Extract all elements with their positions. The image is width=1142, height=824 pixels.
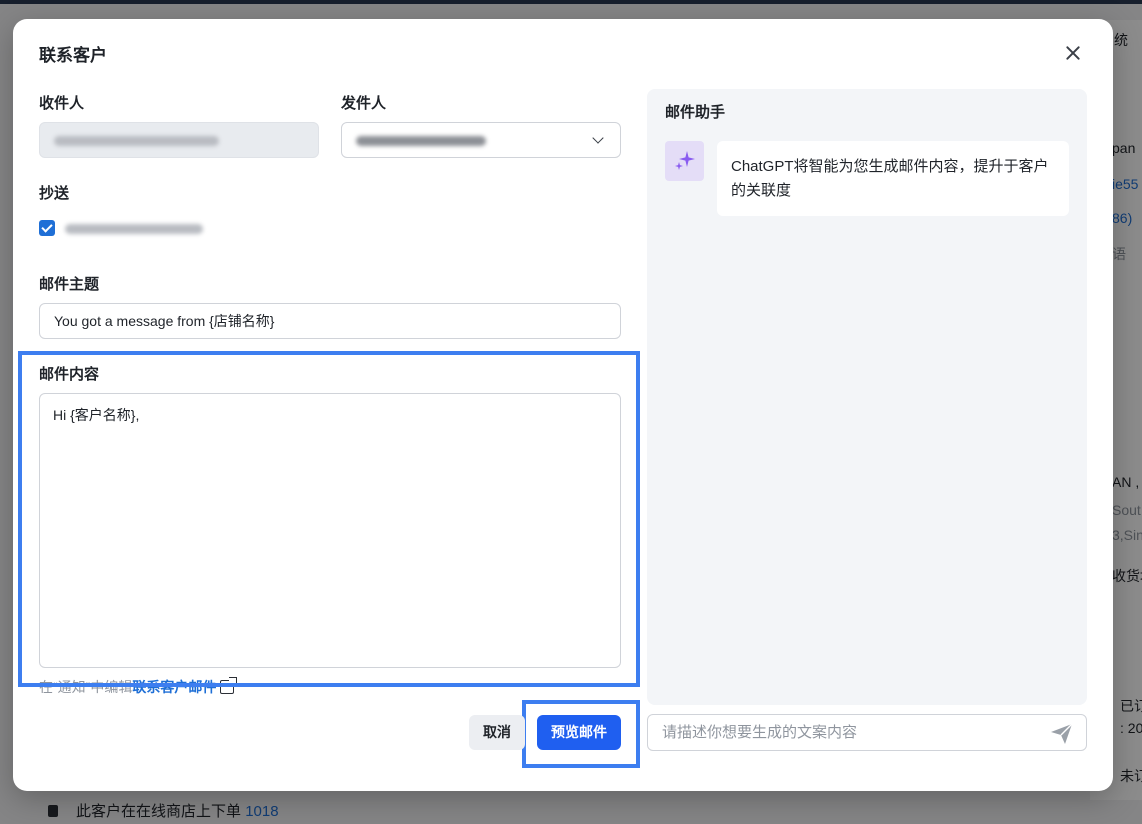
send-icon[interactable] — [1050, 723, 1074, 745]
cc-value-redacted — [65, 224, 203, 234]
hint-text: 在“通知”中编辑 — [39, 679, 133, 695]
cancel-button[interactable]: 取消 — [469, 715, 525, 750]
body-label: 邮件内容 — [39, 366, 100, 383]
body-textarea[interactable]: Hi {客户名称}, — [39, 393, 621, 668]
sender-value-redacted — [356, 136, 486, 147]
contact-email-template-link[interactable]: 联系客户邮件 — [132, 679, 216, 695]
assistant-title: 邮件助手 — [665, 104, 726, 121]
cc-label: 抄送 — [39, 185, 70, 202]
sparkle-icon — [675, 151, 695, 170]
recipient-value-redacted — [54, 136, 219, 147]
cc-checkbox[interactable] — [39, 220, 55, 236]
preview-email-button[interactable]: 预览邮件 — [537, 715, 621, 750]
subject-label: 邮件主题 — [39, 276, 100, 293]
assistant-avatar — [665, 141, 704, 181]
recipient-label: 收件人 — [39, 95, 85, 112]
assistant-prompt-input[interactable]: 请描述你想要生成的文案内容 — [647, 714, 1087, 751]
modal-title: 联系客户 — [39, 46, 107, 65]
contact-customer-modal: 联系客户 收件人 发件人 抄送 邮件主题 You got a message f… — [13, 19, 1113, 791]
recipient-field — [39, 122, 319, 158]
sender-label: 发件人 — [341, 95, 387, 112]
external-link-icon[interactable] — [220, 677, 238, 694]
assistant-message: ChatGPT将智能为您生成邮件内容，提升于客户的关联度 — [717, 141, 1069, 216]
close-icon[interactable] — [1061, 41, 1085, 65]
subject-input[interactable]: You got a message from {店铺名称} — [39, 303, 621, 339]
prompt-placeholder: 请描述你想要生成的文案内容 — [662, 724, 858, 741]
email-assistant-panel: 邮件助手 ChatGPT将智能为您生成邮件内容，提升于客户的关联度 — [647, 89, 1087, 705]
chevron-down-icon — [592, 132, 604, 144]
sender-select[interactable] — [341, 122, 621, 158]
edit-template-hint: 在“通知”中编辑联系客户邮件 — [39, 677, 238, 697]
